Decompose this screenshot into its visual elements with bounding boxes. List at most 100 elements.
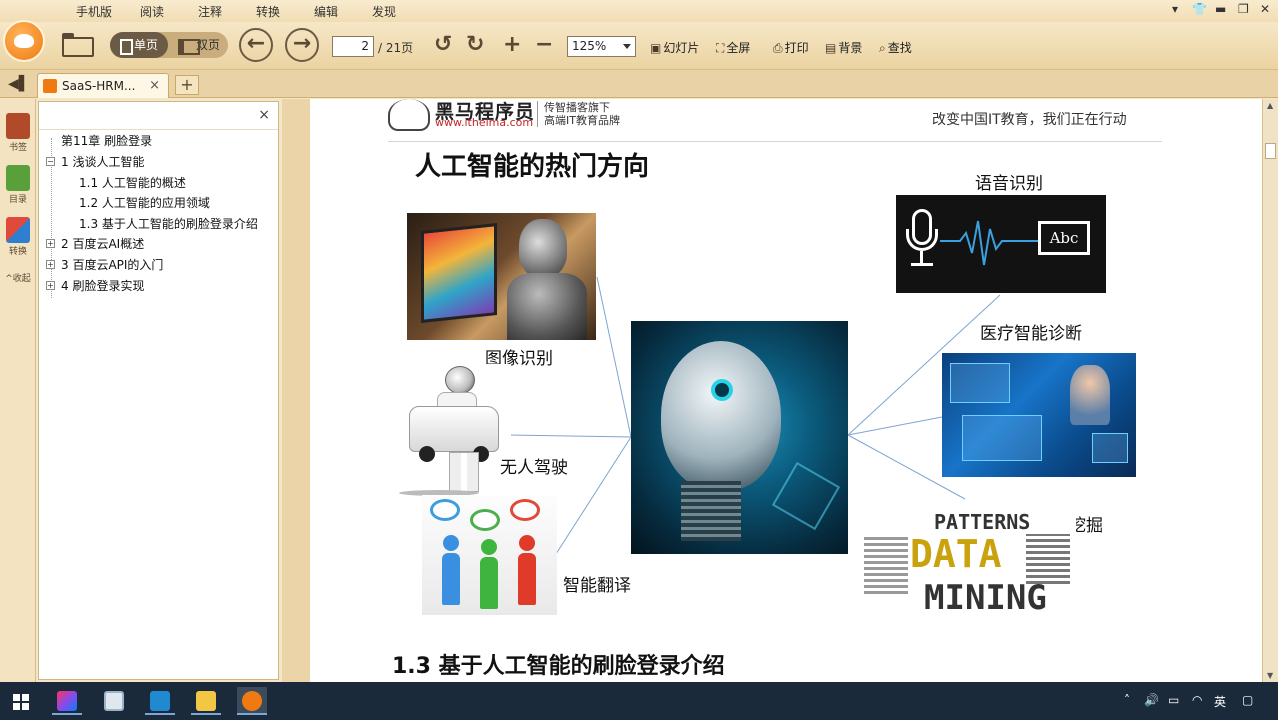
image-recognition-picture <box>407 213 596 340</box>
waveform-icon <box>940 220 1040 266</box>
folder-icon <box>196 691 216 711</box>
slideshow-button[interactable]: ▣ 幻灯片 <box>650 39 699 56</box>
outline-item-3[interactable]: 3 百度云API的入门 <box>61 256 163 273</box>
microphone-base <box>911 263 933 266</box>
fullscreen-button[interactable]: ⛶ 全屏 <box>716 39 750 56</box>
menu-discover[interactable]: 发现 <box>372 3 396 20</box>
rotate-left-icon[interactable]: ↺ <box>434 32 452 58</box>
left-rail: 书签 目录 转换 ^收起 <box>0 99 36 682</box>
minimize-icon[interactable]: ▬ <box>1215 2 1226 16</box>
page-total: / 21页 <box>378 41 414 55</box>
tab-document[interactable]: SaaS-HRM... × <box>37 73 169 98</box>
close-tab-icon[interactable]: × <box>149 78 160 93</box>
translation-picture <box>422 495 557 615</box>
outline-item-2[interactable]: 2 百度云AI概述 <box>61 235 144 252</box>
document-page: 黑马程序员 www.itheima.com 传智播客旗下 高端IT教育品牌 改变… <box>310 99 1262 682</box>
scrollbar-thumb[interactable] <box>1265 143 1276 159</box>
find-button[interactable]: ⌕ 查找 <box>879 39 912 56</box>
background-icon: ▤ <box>825 41 837 55</box>
word-cloud-filler <box>1026 534 1070 584</box>
battery-icon[interactable]: ▭ <box>1168 693 1179 707</box>
outline-item-4[interactable]: 4 刷脸登录实现 <box>61 277 144 294</box>
text-box-icon: Abc <box>1038 221 1090 255</box>
menu-mobile[interactable]: 手机版 <box>76 3 112 20</box>
wheel <box>419 446 435 462</box>
van-shape <box>409 406 499 452</box>
taskbar-pdf-reader[interactable] <box>237 687 267 715</box>
word-data: DATA <box>910 532 1002 576</box>
fullscreen-label: 全屏 <box>726 41 751 55</box>
caption-medical: 医疗智能诊断 <box>980 324 1082 344</box>
taskbar-file-explorer[interactable] <box>191 687 221 715</box>
expand-icon[interactable]: + <box>46 281 55 290</box>
window-icon <box>104 691 124 711</box>
taskbar-explorer-window[interactable] <box>99 687 129 715</box>
expand-icon[interactable]: + <box>46 260 55 269</box>
new-tab-button[interactable]: + <box>175 75 199 95</box>
expand-icon[interactable]: + <box>46 239 55 248</box>
word-cloud-filler <box>864 534 908 594</box>
notification-icon[interactable]: ▢ <box>1242 693 1253 707</box>
volume-icon[interactable]: 🔊 <box>1144 693 1159 707</box>
fullscreen-icon: ⛶ <box>716 41 725 55</box>
speech-bubble-icon <box>510 499 540 521</box>
background-button[interactable]: ▤ 背景 <box>825 39 862 56</box>
chevron-down-icon <box>623 44 631 49</box>
close-window-icon[interactable]: ✕ <box>1260 2 1270 16</box>
taskbar-intellij[interactable] <box>52 687 82 715</box>
slideshow-icon: ▣ <box>650 41 662 55</box>
zoom-in-icon[interactable]: + <box>503 32 521 58</box>
bookmark-icon <box>6 113 30 139</box>
outline-item-1-1[interactable]: 1.1 人工智能的概述 <box>79 174 186 191</box>
print-button[interactable]: ⎙ 打印 <box>773 39 809 56</box>
dropdown-icon[interactable]: ▾ <box>1172 2 1178 16</box>
next-page-icon[interactable]: → <box>285 28 319 62</box>
rotate-right-icon[interactable]: ↻ <box>466 32 484 58</box>
rail-bookmarks[interactable]: 书签 <box>3 113 33 153</box>
taskbar-vscode[interactable] <box>145 687 175 715</box>
skin-icon[interactable]: 👕 <box>1192 2 1207 16</box>
caption-self-driving: 无人驾驶 <box>500 458 568 478</box>
prev-page-icon[interactable]: ← <box>239 28 273 62</box>
outline-item-1-2[interactable]: 1.2 人工智能的应用领域 <box>79 194 210 211</box>
input-method-indicator[interactable]: 英 <box>1214 693 1226 710</box>
sidebar-toggle-icon[interactable]: ◀▌ <box>8 76 30 92</box>
scroll-down-icon[interactable]: ▼ <box>1267 671 1273 680</box>
single-page-button[interactable]: 单页 <box>110 32 168 58</box>
collapse-icon[interactable]: − <box>46 157 55 166</box>
rail-convert[interactable]: 转换 <box>3 217 33 257</box>
open-folder-icon[interactable] <box>60 31 94 57</box>
holo-panel <box>1092 433 1128 463</box>
word-patterns: PATTERNS <box>934 510 1031 534</box>
holo-panel <box>962 415 1042 461</box>
menu-edit[interactable]: 编辑 <box>314 3 338 20</box>
outline-icon <box>6 165 30 191</box>
zoom-out-icon[interactable]: − <box>535 32 553 58</box>
tray-chevron-up-icon[interactable]: ˄ <box>1124 693 1130 707</box>
windows-start-icon[interactable] <box>13 694 29 710</box>
page-number-input[interactable]: 2 <box>332 36 374 57</box>
outline-item-1[interactable]: 1 浅谈人工智能 <box>61 153 144 170</box>
restore-icon[interactable]: ❐ <box>1238 2 1249 16</box>
outline-item-chapter11[interactable]: 第11章 刷脸登录 <box>61 132 152 149</box>
rail-collapse[interactable]: ^收起 <box>3 271 33 284</box>
panel-splitter[interactable] <box>282 99 310 682</box>
rail-outline[interactable]: 目录 <box>3 165 33 205</box>
app-logo-icon[interactable] <box>3 20 45 62</box>
data-mining-word-cloud: PATTERNS DATA MINING <box>858 504 1076 630</box>
close-outline-icon[interactable]: × <box>258 107 270 123</box>
menu-annotate[interactable]: 注释 <box>198 3 222 20</box>
outline-item-1-3[interactable]: 1.3 基于人工智能的刷脸登录介绍 <box>79 215 258 232</box>
scroll-up-icon[interactable]: ▲ <box>1267 101 1273 110</box>
menu-read[interactable]: 阅读 <box>140 3 164 20</box>
menu-convert[interactable]: 转换 <box>256 3 280 20</box>
double-page-button[interactable]: 双页 <box>174 32 220 58</box>
network-icon[interactable]: ◠ <box>1192 693 1202 707</box>
pdf-reader-icon <box>242 691 262 711</box>
search-icon: ⌕ <box>879 41 886 55</box>
zoom-select[interactable]: 125% <box>567 36 636 57</box>
convert-icon <box>6 217 30 243</box>
tab-title: SaaS-HRM... <box>62 79 136 93</box>
view-mode-toggle: 单页 双页 <box>110 32 228 58</box>
vertical-scrollbar[interactable]: ▲ ▼ <box>1262 99 1278 682</box>
